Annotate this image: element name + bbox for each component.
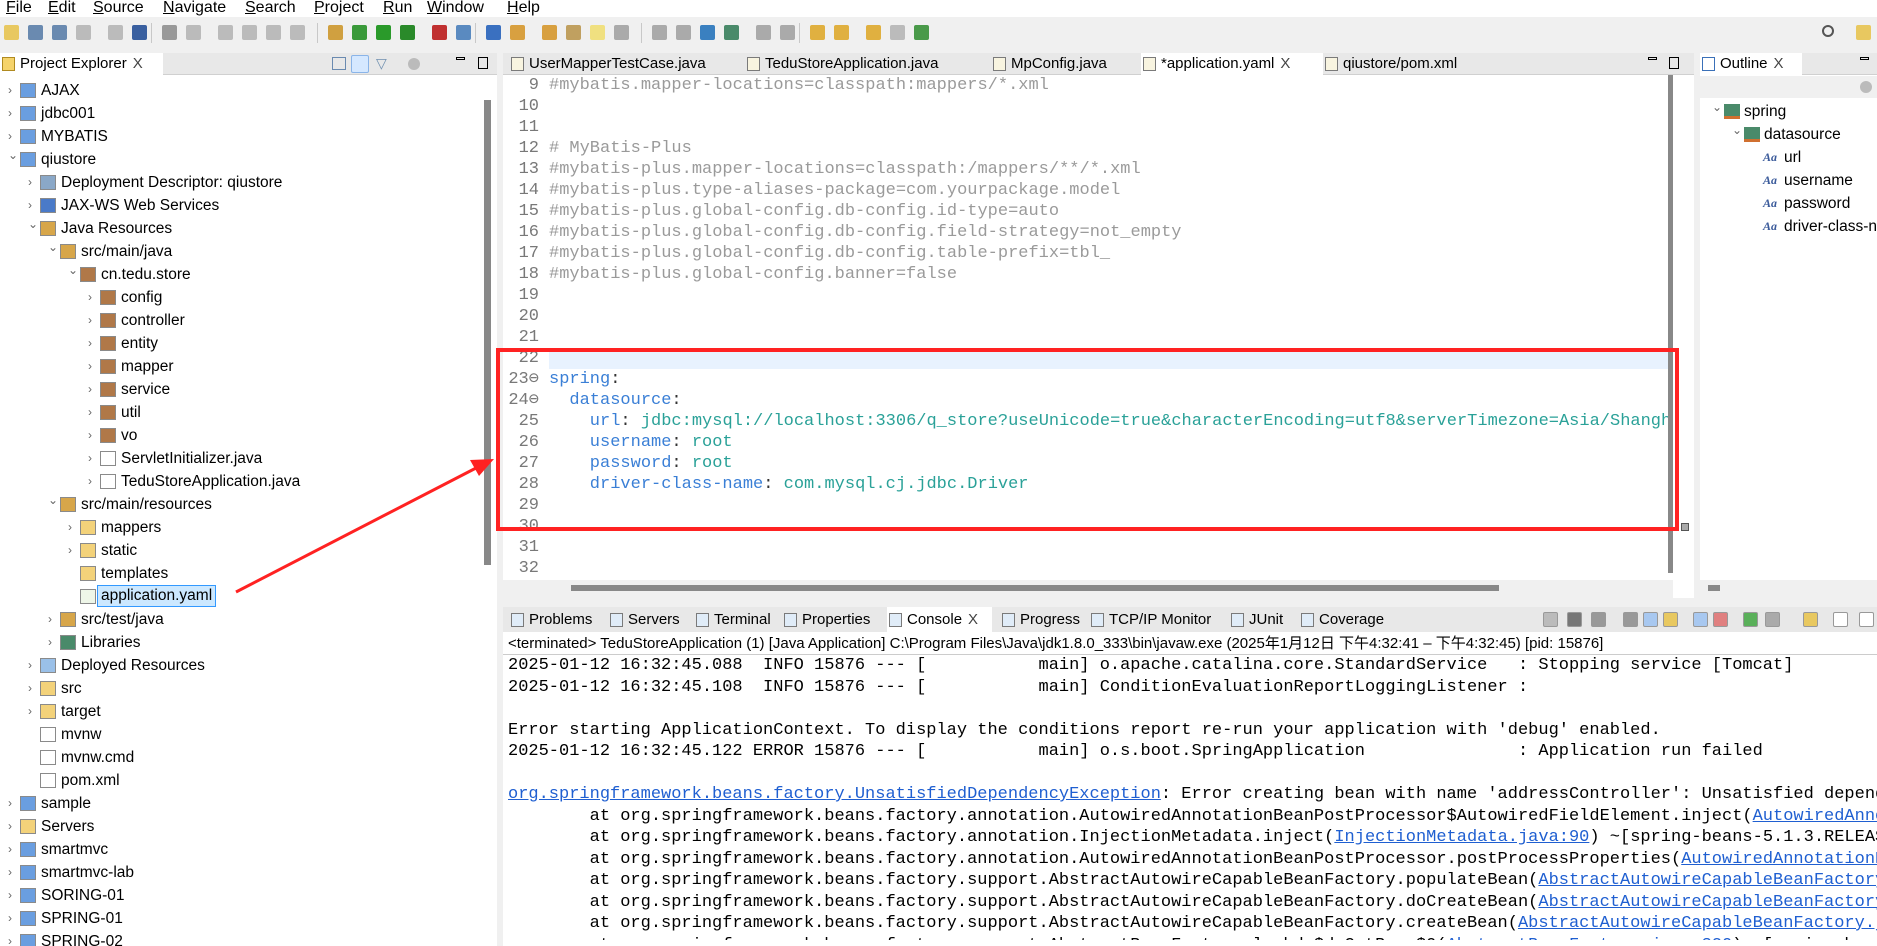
arrow-line [235, 465, 479, 594]
arrow-head [470, 459, 494, 476]
annotation-arrow [235, 459, 494, 594]
